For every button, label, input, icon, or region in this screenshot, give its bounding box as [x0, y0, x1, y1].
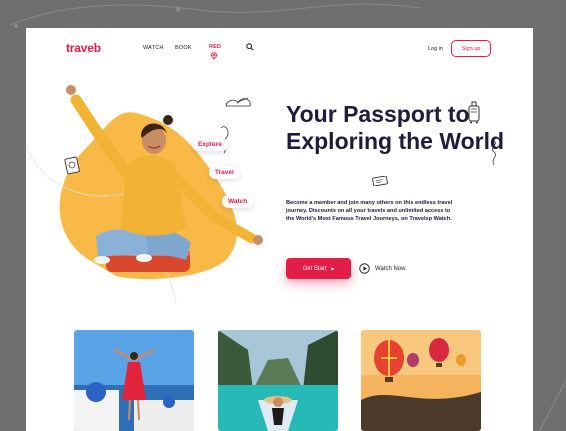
ticket-icon [372, 176, 388, 186]
login-link[interactable]: Log in [428, 46, 443, 52]
luggage-icon [468, 101, 480, 124]
swirl-decoration [492, 140, 496, 166]
watch-now-label: Watch Now [375, 265, 406, 272]
get-start-label: Get Start [302, 265, 327, 272]
photo-lagoon[interactable] [218, 330, 338, 431]
watch-now-button[interactable]: Watch Now [359, 263, 405, 274]
search-icon[interactable] [246, 43, 254, 51]
get-start-button[interactable]: Get Start ▶ [286, 258, 351, 279]
hero-description: Become a member and join many others on … [286, 200, 453, 222]
nav-red[interactable]: RED [209, 44, 221, 50]
play-icon [359, 263, 370, 274]
red-gem-icon [210, 52, 218, 60]
tag-watch[interactable]: Watch [222, 195, 254, 208]
cloud-icon [225, 97, 251, 107]
nav-watch[interactable]: WATCH [143, 45, 164, 51]
landing-page-card: traveb WATCH BOOK RED Log in Sign up Exp… [26, 28, 533, 431]
chevron-right-icon: ▶ [331, 266, 335, 271]
photo-santorini[interactable] [74, 330, 194, 431]
signup-button[interactable]: Sign up [451, 40, 491, 57]
tag-travel[interactable]: Travel [209, 166, 240, 179]
tag-explore[interactable]: Explore [192, 138, 228, 151]
brand-logo[interactable]: traveb [66, 41, 101, 55]
passport-icon [64, 156, 80, 175]
nav-book[interactable]: BOOK [175, 45, 192, 51]
photo-balloons[interactable] [361, 330, 481, 431]
